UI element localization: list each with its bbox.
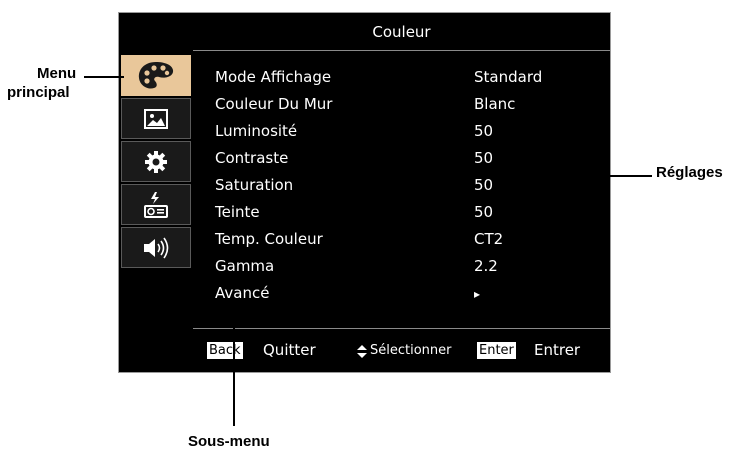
setting-label: Temp. Couleur [215, 230, 323, 248]
setting-row-advanced[interactable]: Avancé ▸ [193, 281, 610, 307]
menu-footer: Back Quitter Sélectionner Enter Entrer [193, 328, 610, 372]
setting-row-gamma[interactable]: Gamma 2.2 [193, 254, 610, 280]
enter-hint: Entrer [534, 341, 581, 359]
setting-row-wall-color[interactable]: Couleur Du Mur Blanc [193, 92, 610, 118]
setting-label: Couleur Du Mur [215, 95, 333, 113]
setting-label: Mode Affichage [215, 68, 332, 86]
setting-row-brightness[interactable]: Luminosité 50 [193, 119, 610, 145]
osd-menu: Couleur Mode Affichage Standard Couleur … [118, 12, 611, 373]
palette-icon [138, 61, 174, 89]
setting-value: 50 [474, 149, 494, 167]
setting-value: Blanc [474, 95, 516, 113]
menu-item-image[interactable] [121, 98, 191, 139]
setting-value: Standard [474, 68, 543, 86]
callout-settings: Réglages [656, 164, 723, 181]
setting-value: 50 [474, 203, 494, 221]
setting-row-tint[interactable]: Teinte 50 [193, 200, 610, 226]
setting-value: 50 [474, 176, 494, 194]
back-key-badge: Back [207, 342, 243, 359]
menu-item-projector[interactable] [121, 184, 191, 225]
setting-label: Saturation [215, 176, 294, 194]
menu-item-color[interactable] [121, 55, 191, 96]
setting-label: Contraste [215, 149, 289, 167]
setting-value: CT2 [474, 230, 504, 248]
main-menu-sidebar [119, 13, 193, 372]
menu-title: Couleur [193, 13, 610, 51]
setting-label: Avancé [215, 284, 270, 302]
callout-main-menu-line2: principal [7, 84, 70, 101]
gear-icon [145, 150, 167, 173]
menu-item-audio[interactable] [121, 227, 191, 268]
projector-icon [144, 191, 168, 218]
setting-row-display-mode[interactable]: Mode Affichage Standard [193, 65, 610, 91]
setting-row-contrast[interactable]: Contraste 50 [193, 146, 610, 172]
setting-label: Teinte [215, 203, 260, 221]
image-icon [144, 108, 168, 129]
callout-main-menu-line [84, 76, 124, 78]
menu-item-settings[interactable] [121, 141, 191, 182]
back-hint: Quitter [263, 341, 316, 359]
updown-icon [357, 345, 367, 358]
callout-submenu-line [233, 312, 235, 426]
setting-label: Gamma [215, 257, 275, 275]
enter-key-badge: Enter [477, 342, 516, 359]
callout-submenu: Sous-menu [188, 433, 270, 450]
setting-row-color-temp[interactable]: Temp. Couleur CT2 [193, 227, 610, 253]
setting-value: 50 [474, 122, 494, 140]
settings-panel: Couleur Mode Affichage Standard Couleur … [193, 13, 610, 372]
callout-main-menu-line1: Menu [37, 65, 77, 82]
setting-label: Luminosité [215, 122, 298, 140]
callout-settings-line [588, 175, 652, 177]
select-hint: Sélectionner [370, 343, 452, 358]
submenu-arrow-icon: ▸ [474, 287, 481, 301]
menu-title-text: Couleur [372, 22, 431, 41]
speaker-icon [144, 237, 169, 258]
setting-row-saturation[interactable]: Saturation 50 [193, 173, 610, 199]
setting-value: 2.2 [474, 257, 498, 275]
